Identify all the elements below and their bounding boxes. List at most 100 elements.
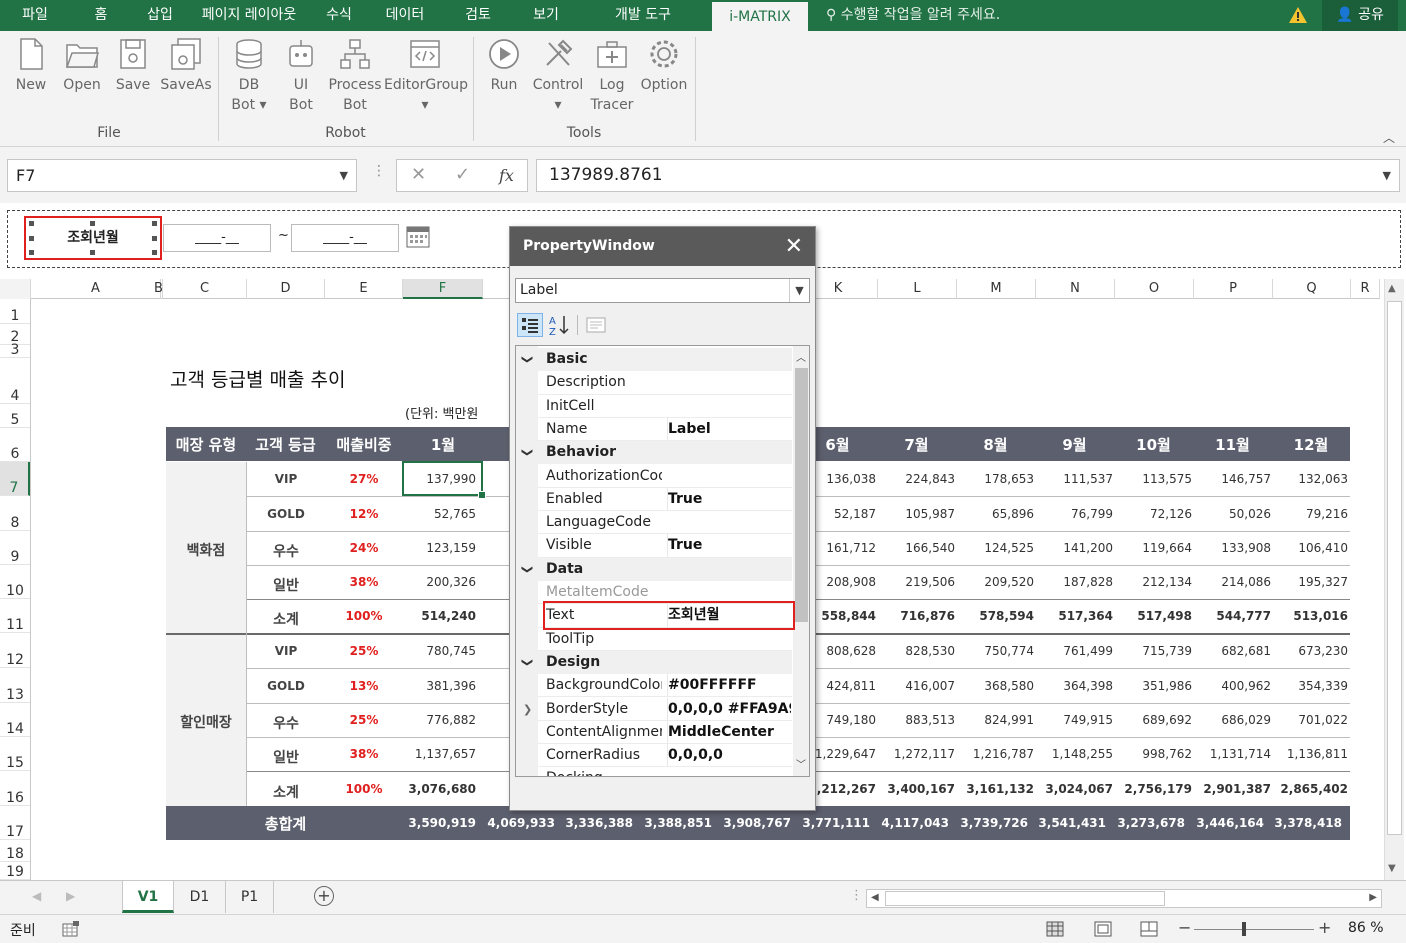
cell-month-9[interactable]: 749,915 bbox=[1035, 714, 1113, 726]
resize-handle[interactable] bbox=[29, 236, 34, 241]
h-scroll-thumb[interactable] bbox=[885, 891, 1165, 906]
sheet-tab-p1[interactable]: P1 bbox=[226, 881, 274, 913]
column-header-c[interactable]: C bbox=[163, 279, 247, 299]
column-header-o[interactable]: O bbox=[1115, 279, 1194, 299]
cell-month-10[interactable]: 72,126 bbox=[1114, 508, 1192, 520]
collapse-icon[interactable]: ❯ bbox=[516, 448, 539, 457]
cell-month-12[interactable]: 701,022 bbox=[1270, 714, 1348, 726]
cell-month-7[interactable]: 3,400,167 bbox=[877, 783, 955, 795]
process-bot-button[interactable]: Process Bot bbox=[328, 37, 382, 115]
zoom-in-icon[interactable]: + bbox=[1318, 918, 1331, 937]
cell-month-8[interactable]: 368,580 bbox=[956, 680, 1034, 692]
cell-month-10[interactable]: 119,664 bbox=[1114, 542, 1192, 554]
property-window-title[interactable]: PropertyWindow bbox=[510, 227, 815, 266]
cell-month-11[interactable]: 400,962 bbox=[1193, 680, 1271, 692]
resize-handle[interactable] bbox=[90, 250, 95, 255]
cell-month-7[interactable]: 828,530 bbox=[877, 645, 955, 657]
grand-total-value[interactable]: 3,378,418 bbox=[1262, 817, 1342, 829]
property-value[interactable]: #00FFFFFF bbox=[667, 674, 791, 698]
property-row-backgroundcolor[interactable]: BackgroundColor #00FFFFFF bbox=[516, 674, 792, 698]
chevron-down-icon[interactable]: ▼ bbox=[789, 279, 809, 302]
share-button[interactable]: 👤 공유 bbox=[1322, 0, 1398, 31]
grand-total-value[interactable]: 3,388,851 bbox=[632, 817, 712, 829]
cell-month-1[interactable]: 776,882 bbox=[403, 714, 476, 726]
column-header-r[interactable]: R bbox=[1351, 279, 1380, 299]
zoom-level[interactable]: 86 % bbox=[1348, 920, 1384, 936]
property-row-visible[interactable]: Visible True bbox=[516, 534, 792, 558]
grand-total-value[interactable]: 3,590,919 bbox=[396, 817, 476, 829]
cell-month-9[interactable]: 187,828 bbox=[1035, 576, 1113, 588]
zoom-slider-thumb[interactable] bbox=[1242, 922, 1246, 936]
property-category-design[interactable]: ❯ Design bbox=[516, 650, 792, 675]
cell-month-8[interactable]: 1,216,787 bbox=[956, 748, 1034, 760]
next-sheet-icon[interactable]: ▶ bbox=[66, 889, 75, 903]
resize-handle[interactable] bbox=[29, 250, 34, 255]
cell-month-11[interactable]: 2,901,387 bbox=[1193, 783, 1271, 795]
cell-month-9[interactable]: 761,499 bbox=[1035, 645, 1113, 657]
cell-month-7[interactable]: 219,506 bbox=[877, 576, 955, 588]
expand-icon[interactable]: ❯ bbox=[523, 698, 532, 721]
column-header-b[interactable]: B bbox=[154, 279, 163, 299]
db-bot-button[interactable]: DB Bot ▾ bbox=[226, 37, 272, 115]
row-header-19[interactable]: 19 bbox=[0, 862, 30, 880]
property-window[interactable]: PropertyWindow ✕ Label ▼ AZ ❯ Basic Descrip… bbox=[509, 226, 816, 811]
column-header-m[interactable]: M bbox=[957, 279, 1036, 299]
zoom-out-icon[interactable]: − bbox=[1178, 918, 1191, 937]
cell-month-12[interactable]: 1,136,811 bbox=[1270, 748, 1348, 760]
grand-total-value[interactable]: 4,069,933 bbox=[475, 817, 555, 829]
row-header-18[interactable]: 18 bbox=[0, 840, 30, 862]
date-to-field[interactable]: ____-__ bbox=[291, 224, 399, 252]
tab-page-layout[interactable]: 페이지 레이아웃 bbox=[188, 0, 310, 31]
row-header-8[interactable]: 8 bbox=[0, 496, 30, 531]
column-header-n[interactable]: N bbox=[1036, 279, 1115, 299]
grand-total-value[interactable]: 3,771,111 bbox=[790, 817, 870, 829]
property-row-docking[interactable]: Docking bbox=[516, 767, 792, 776]
cell-month-7[interactable]: 224,843 bbox=[877, 473, 955, 485]
row-header-16[interactable]: 16 bbox=[0, 771, 30, 806]
save-button[interactable]: Save bbox=[110, 37, 156, 95]
zoom-slider-track[interactable] bbox=[1194, 929, 1314, 930]
row-header-4[interactable]: 4 bbox=[0, 358, 30, 404]
macro-record-icon[interactable] bbox=[62, 921, 80, 937]
cell-month-7[interactable]: 1,272,117 bbox=[877, 748, 955, 760]
cell-month-12[interactable]: 513,016 bbox=[1270, 610, 1348, 622]
cell-month-10[interactable]: 212,134 bbox=[1114, 576, 1192, 588]
collapse-ribbon-icon[interactable]: ︿ bbox=[1383, 129, 1395, 146]
row-header-9[interactable]: 9 bbox=[0, 531, 30, 565]
grand-total-value[interactable]: 3,739,726 bbox=[948, 817, 1028, 829]
column-header-f[interactable]: F bbox=[403, 279, 483, 299]
collapse-icon[interactable]: ❯ bbox=[516, 565, 539, 574]
cell-month-10[interactable]: 113,575 bbox=[1114, 473, 1192, 485]
property-row-borderstyle[interactable]: ❯ BorderStyle 0,0,0,0 #FFA9A9A9 bbox=[516, 697, 792, 721]
tab-data[interactable]: 데이터 bbox=[368, 0, 442, 31]
cancel-icon[interactable]: ✕ bbox=[411, 164, 426, 185]
resize-handle[interactable] bbox=[152, 221, 157, 226]
property-category-basic[interactable]: ❯ Basic bbox=[516, 348, 792, 372]
tab-developer[interactable]: 개발 도구 bbox=[578, 0, 708, 31]
calendar-icon[interactable] bbox=[405, 223, 431, 249]
sheet-tab-v1[interactable]: V1 bbox=[122, 881, 174, 913]
property-row-cornerradius[interactable]: CornerRadius 0,0,0,0 bbox=[516, 744, 792, 768]
tell-me-box[interactable]: ⚲ 수행할 작업을 알려 주세요. bbox=[826, 0, 1000, 31]
cell-month-1[interactable]: 780,745 bbox=[403, 645, 476, 657]
scroll-down-icon[interactable]: ▼ bbox=[1388, 863, 1396, 874]
cell-month-8[interactable]: 824,991 bbox=[956, 714, 1034, 726]
scroll-right-icon[interactable]: ▶ bbox=[1369, 892, 1377, 903]
expand-formula-icon[interactable]: ▼ bbox=[1383, 160, 1391, 191]
close-icon[interactable]: ✕ bbox=[785, 227, 803, 266]
cell-month-9[interactable]: 141,200 bbox=[1035, 542, 1113, 554]
column-header-d[interactable]: D bbox=[247, 279, 325, 299]
page-layout-view-icon[interactable] bbox=[1094, 921, 1112, 937]
date-from-field[interactable]: ____-__ bbox=[163, 224, 271, 252]
cell-month-9[interactable]: 517,364 bbox=[1035, 610, 1113, 622]
ui-bot-button[interactable]: UI Bot bbox=[278, 37, 324, 115]
property-row-initcell[interactable]: InitCell bbox=[516, 395, 792, 418]
cell-month-9[interactable]: 76,799 bbox=[1035, 508, 1113, 520]
cell-month-9[interactable]: 111,537 bbox=[1035, 473, 1113, 485]
property-category-data[interactable]: ❯ Data bbox=[516, 557, 792, 581]
vertical-scrollbar[interactable]: ▲ ▼ bbox=[1384, 279, 1404, 880]
row-header-17[interactable]: 17 bbox=[0, 806, 30, 840]
confirm-icon[interactable]: ✓ bbox=[455, 164, 470, 185]
cell-month-12[interactable]: 79,216 bbox=[1270, 508, 1348, 520]
cell-month-1[interactable]: 52,765 bbox=[403, 508, 476, 520]
